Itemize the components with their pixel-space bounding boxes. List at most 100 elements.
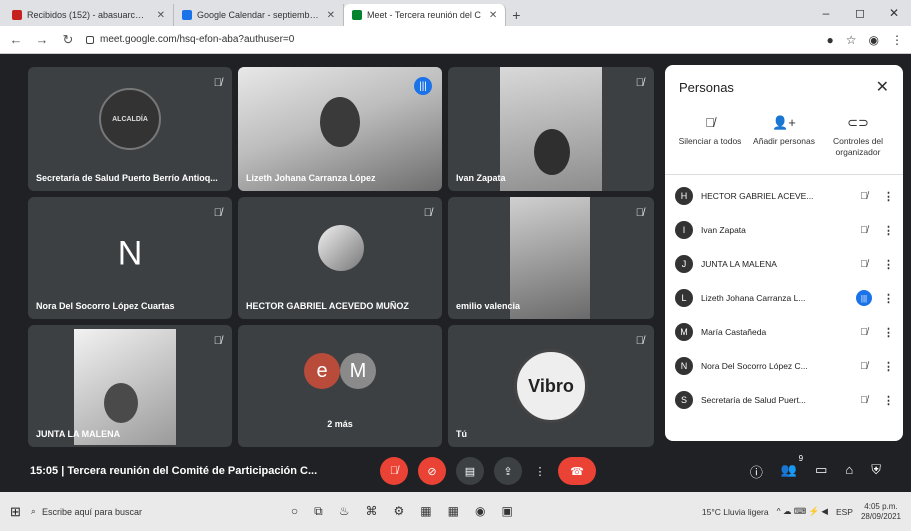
app-icon[interactable]: ♨ xyxy=(339,504,350,519)
taskbar-search[interactable]: ⌕ Escribe aquí para buscar xyxy=(31,500,221,524)
avatar: J xyxy=(675,255,693,273)
participant-tile-self[interactable]: Vibro 🎙̸ Tú xyxy=(448,325,654,447)
close-icon[interactable]: ✕ xyxy=(489,10,497,21)
more-options-icon[interactable]: ⋮ xyxy=(883,360,894,373)
address-tools: ● ☆ ◉ ⋮ xyxy=(827,33,904,47)
more-options-icon[interactable]: ⋮ xyxy=(883,394,894,407)
back-icon[interactable]: ← xyxy=(8,32,24,47)
list-item[interactable]: H HECTOR GABRIEL ACEVE... 🎙̸ ⋮ xyxy=(665,179,903,213)
more-options-icon[interactable]: ⋮ xyxy=(883,258,894,271)
end-call-button[interactable]: ☎ xyxy=(558,457,596,485)
activities-icon[interactable]: ⌂ xyxy=(845,462,853,481)
reload-icon[interactable]: ↻ xyxy=(60,32,76,48)
participant-tile[interactable]: ALCALDÍA 🎙̸ Secretaría de Salud Puerto B… xyxy=(28,67,232,191)
participant-tile[interactable]: 🎙̸ emilio valencia xyxy=(448,197,654,319)
url-field[interactable]: meet.google.com/hsq-efon-aba?authuser=0 xyxy=(86,30,817,50)
participant-name: Ivan Zapata xyxy=(456,173,506,183)
more-options-icon[interactable]: ⋮ xyxy=(532,457,548,485)
browser-tabstrip: Recibidos (152) - abasuarcebes... ✕ Goog… xyxy=(0,0,911,26)
participant-tile[interactable]: ||| Lizeth Johana Carranza López xyxy=(238,67,442,191)
tab-calendar[interactable]: Google Calendar - septiembre d... ✕ xyxy=(174,4,344,26)
mic-off-icon[interactable]: 🎙̸ xyxy=(853,395,875,406)
organization-logo: ALCALDÍA xyxy=(99,88,161,151)
participant-tile[interactable]: e M 2 más xyxy=(238,325,442,447)
captions-button[interactable]: ▤ xyxy=(456,457,484,485)
language-indicator[interactable]: ESP xyxy=(836,507,853,517)
participant-avatar: M xyxy=(340,353,376,389)
windows-start-icon[interactable]: ⊞ xyxy=(10,504,21,520)
person-silhouette xyxy=(104,383,138,423)
cortana-icon[interactable]: ○ xyxy=(291,504,298,519)
host-controls-icon[interactable]: ⛨ xyxy=(871,462,881,481)
meeting-title: Tercera reunión del Comité de Participac… xyxy=(67,465,318,477)
camera-indicator-icon[interactable]: ● xyxy=(827,33,834,47)
info-icon[interactable]: ⓘ xyxy=(750,462,763,481)
speaking-indicator-icon[interactable]: ||| xyxy=(856,290,872,306)
mic-off-icon[interactable]: 🎙̸ xyxy=(853,191,875,202)
list-item[interactable]: M María Castañeda 🎙̸ ⋮ xyxy=(665,315,903,349)
camera-toggle-button[interactable]: ⊘ xyxy=(418,457,446,485)
app-icon[interactable]: ▦ xyxy=(420,504,431,519)
mute-all-button[interactable]: 🎙̸ Silenciar a todos xyxy=(675,115,745,166)
more-options-icon[interactable]: ⋮ xyxy=(883,190,894,203)
add-people-button[interactable]: 👤+ Añadir personas xyxy=(749,115,819,166)
maximize-icon[interactable]: ◻ xyxy=(843,6,877,20)
person-name: Ivan Zapata xyxy=(701,225,746,235)
list-item[interactable]: J JUNTA LA MALENA 🎙̸ ⋮ xyxy=(665,247,903,281)
close-icon[interactable]: ✕ xyxy=(157,10,165,21)
app-icon[interactable]: ⌘ xyxy=(366,504,378,519)
weather-text[interactable]: 15°C Lluvia ligera xyxy=(702,507,769,517)
close-icon[interactable]: ✕ xyxy=(876,77,889,97)
participant-tile[interactable]: 🎙̸ HECTOR GABRIEL ACEVEDO MUÑOZ xyxy=(238,197,442,319)
more-options-icon[interactable]: ⋮ xyxy=(883,326,894,339)
list-item[interactable]: S Secretaría de Salud Puert... 🎙̸ ⋮ xyxy=(665,383,903,417)
app-icon[interactable]: ▦ xyxy=(448,504,459,519)
chrome-icon[interactable]: ◉ xyxy=(475,504,485,519)
close-window-icon[interactable]: ✕ xyxy=(877,6,911,20)
person-silhouette xyxy=(534,129,570,175)
tray-icons[interactable]: ^ ☁ ⌨ ⚡ ◀ xyxy=(777,506,828,517)
mic-off-icon: 🎙̸ xyxy=(213,207,222,219)
action-label: Añadir personas xyxy=(753,136,815,146)
present-button[interactable]: ⇪ xyxy=(494,457,522,485)
menu-icon[interactable]: ⋮ xyxy=(891,33,903,47)
tab-label: Google Calendar - septiembre d... xyxy=(197,10,319,20)
host-controls-button[interactable]: ⊂⊃ Controles del organizador xyxy=(823,115,893,166)
forward-icon[interactable]: → xyxy=(34,32,50,47)
avatar: I xyxy=(675,221,693,239)
avatar: H xyxy=(675,187,693,205)
list-item[interactable]: L Lizeth Johana Carranza L... ||| ⋮ xyxy=(665,281,903,315)
close-icon[interactable]: ✕ xyxy=(327,10,335,21)
app-icon[interactable]: ⚙ xyxy=(394,504,405,519)
tab-meet[interactable]: Meet - Tercera reunión del C ✕ xyxy=(344,4,507,26)
new-tab-button[interactable]: + xyxy=(506,4,526,26)
meet-stage: ALCALDÍA 🎙̸ Secretaría de Salud Puerto B… xyxy=(0,55,911,492)
video-feed xyxy=(510,197,590,319)
person-name: Secretaría de Salud Puert... xyxy=(701,395,806,405)
mic-off-icon: 🎙̸ xyxy=(635,335,644,347)
list-item[interactable]: I Ivan Zapata 🎙̸ ⋮ xyxy=(665,213,903,247)
app-icon[interactable]: ▣ xyxy=(501,504,512,519)
clock[interactable]: 4:05 p.m. 28/09/2021 xyxy=(861,502,901,522)
mic-off-icon[interactable]: 🎙̸ xyxy=(853,327,875,338)
participant-tile[interactable]: N 🎙̸ Nora Del Socorro López Cuartas xyxy=(28,197,232,319)
more-options-icon[interactable]: ⋮ xyxy=(883,224,894,237)
participant-tile[interactable]: 🎙̸ Ivan Zapata xyxy=(448,67,654,191)
participant-name: Nora Del Socorro López Cuartas xyxy=(36,301,175,311)
participant-tile[interactable]: 🎙̸ JUNTA LA MALENA xyxy=(28,325,232,447)
tab-gmail[interactable]: Recibidos (152) - abasuarcebes... ✕ xyxy=(4,4,174,26)
action-label: Controles del organizador xyxy=(832,136,884,157)
mic-off-icon[interactable]: 🎙̸ xyxy=(853,225,875,236)
list-item[interactable]: N Nora Del Socorro López C... 🎙̸ ⋮ xyxy=(665,349,903,383)
logo-text: Vibro xyxy=(528,375,574,396)
chat-icon[interactable]: ▭ xyxy=(815,462,827,481)
minimize-icon[interactable]: – xyxy=(809,6,843,20)
mic-off-icon[interactable]: 🎙̸ xyxy=(853,259,875,270)
mic-toggle-button[interactable]: 🎙̸ xyxy=(380,457,408,485)
more-options-icon[interactable]: ⋮ xyxy=(883,292,894,305)
mic-off-icon[interactable]: 🎙̸ xyxy=(853,361,875,372)
star-icon[interactable]: ☆ xyxy=(846,33,857,47)
profile-icon[interactable]: ◉ xyxy=(869,33,879,47)
task-view-icon[interactable]: ⧉ xyxy=(314,504,323,519)
people-button[interactable]: 👥 9 xyxy=(781,454,803,481)
